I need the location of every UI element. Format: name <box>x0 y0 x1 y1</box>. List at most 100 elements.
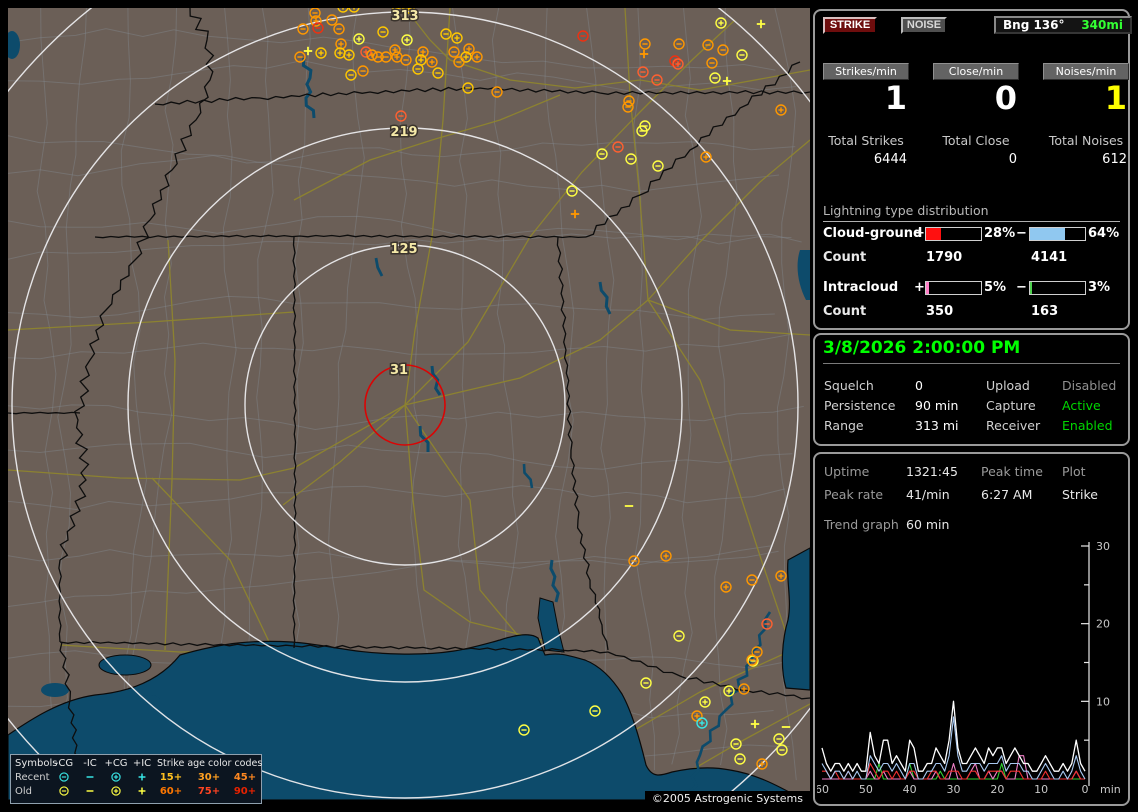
ic-negative-count: 163 <box>1031 304 1059 319</box>
ic-negative-bar <box>1029 281 1086 295</box>
strikes-per-min-value: 1 <box>884 79 907 117</box>
trend-graph: 10 20 30 60 50 40 30 20 10 0 min <box>817 540 1121 796</box>
peak-time-value: 6:27 AM <box>981 487 1033 502</box>
svg-text:40: 40 <box>903 783 917 796</box>
noises-per-min-value: 1 <box>1104 79 1127 117</box>
receiver-label: Receiver <box>986 418 1041 433</box>
squelch-value: 0 <box>915 378 923 393</box>
distribution-title: Lightning type distribution <box>823 203 1120 222</box>
capture-status: Active <box>1062 398 1101 413</box>
total-close-label: Total Close <box>942 133 1010 148</box>
strikes-per-min-label: Strikes/min <box>823 63 909 80</box>
status-row-persistence: Persistence 90 min Capture Active <box>815 398 1128 414</box>
plus-sign: + <box>914 226 925 241</box>
plot-value: Strike <box>1062 487 1098 502</box>
svg-text:60: 60 <box>817 783 829 796</box>
age-code-30: 30+ <box>197 772 221 783</box>
age-code-15: 15+ <box>159 772 183 783</box>
uptime-value: 1321:45 <box>906 464 958 479</box>
age-code-90: 90+ <box>233 786 257 797</box>
upload-label: Upload <box>986 378 1030 393</box>
session-row-1: Uptime 1321:45 Peak time Plot <box>815 464 1128 480</box>
svg-text:10: 10 <box>1034 783 1048 796</box>
squelch-label: Squelch <box>824 378 874 393</box>
status-panel: 3/8/2026 2:00:00 PM Squelch 0 Upload Dis… <box>813 333 1130 446</box>
bearing-readout: Bng 136° 340mi <box>994 16 1132 34</box>
svg-text:219: 219 <box>390 125 417 140</box>
ic-positive-bar <box>925 281 982 295</box>
peak-rate-label: Peak rate <box>824 487 884 502</box>
current-datetime: 3/8/2026 2:00:00 PM <box>823 338 1120 364</box>
noises-per-min-counter: Noises/min 1 Total Noises 612 <box>1043 63 1129 175</box>
counters-panel: STRIKE NOISE Bng 136° 340mi Strikes/min … <box>813 9 1132 330</box>
persistence-label: Persistence <box>824 398 896 413</box>
cloud-ground-label: Cloud-ground <box>823 226 923 241</box>
receiver-status: Enabled <box>1062 418 1113 433</box>
app-window: 313 219 125 31 Symbols -CG -IC +CG +IC Stri… <box>0 0 1138 812</box>
cg-positive-count: 1790 <box>926 250 963 265</box>
close-per-min-counter: Close/min 0 Total Close 0 <box>933 63 1019 175</box>
symbols-legend: Symbols -CG -IC +CG +IC Strike age color… <box>10 754 262 804</box>
status-row-squelch: Squelch 0 Upload Disabled <box>815 378 1128 394</box>
svg-text:min: min <box>1100 783 1121 796</box>
total-strikes-value: 6444 <box>873 152 907 167</box>
ic-positive-pct: 5% <box>984 280 1007 295</box>
cg-positive-bar <box>925 227 982 241</box>
session-panel: Uptime 1321:45 Peak time Plot Peak rate … <box>813 452 1130 806</box>
count-label: Count <box>823 250 867 265</box>
plot-label: Plot <box>1062 464 1086 479</box>
session-row-2: Peak rate 41/min 6:27 AM Strike <box>815 487 1128 503</box>
intracloud-count-row: Count 350 163 <box>815 304 1128 319</box>
range-label: Range <box>824 418 864 433</box>
count-label: Count <box>823 304 867 319</box>
intracloud-row: Intracloud + 5% − 3% <box>815 280 1128 295</box>
status-row-range: Range 313 mi Receiver Enabled <box>815 418 1128 434</box>
minus-sign: − <box>1016 226 1027 241</box>
age-code-60: 60+ <box>159 786 183 797</box>
upload-status: Disabled <box>1062 378 1117 393</box>
peak-rate-value: 41/min <box>906 487 950 502</box>
plus-sign: + <box>914 280 925 295</box>
cloud-ground-row: Cloud-ground + 28% − 64% <box>815 226 1128 241</box>
svg-text:10: 10 <box>1096 695 1110 708</box>
lake-pontchartrain <box>98 654 152 676</box>
radar-map[interactable]: 313 219 125 31 Symbols -CG -IC +CG +IC Stri… <box>8 8 810 808</box>
svg-text:313: 313 <box>391 9 418 24</box>
trend-graph-value: 60 min <box>906 517 950 532</box>
total-noises-label: Total Noises <box>1048 133 1124 148</box>
svg-text:20: 20 <box>990 783 1004 796</box>
total-close-value: 0 <box>1008 152 1017 167</box>
trend-graph-label: Trend graph <box>824 517 899 532</box>
range-value: 313 mi <box>915 418 959 433</box>
close-per-min-value: 0 <box>994 79 1017 117</box>
cg-positive-pct: 28% <box>984 226 1016 241</box>
svg-text:0: 0 <box>1081 783 1088 796</box>
cloud-ground-count-row: Count 1790 4141 <box>815 250 1128 265</box>
capture-label: Capture <box>986 398 1036 413</box>
bearing-value: Bng 136° <box>1003 18 1065 32</box>
intracloud-label: Intracloud <box>823 280 899 295</box>
total-strikes-label: Total Strikes <box>828 133 904 148</box>
map-canvas: 313 219 125 31 <box>8 8 810 800</box>
persistence-value: 90 min <box>915 398 959 413</box>
strike-mode-button[interactable]: STRIKE <box>823 17 877 34</box>
peak-time-label: Peak time <box>981 464 1043 479</box>
age-code-75: 75+ <box>197 786 221 797</box>
cg-negative-bar <box>1029 227 1086 241</box>
session-row-3: Trend graph 60 min <box>815 517 1128 533</box>
svg-text:20: 20 <box>1096 618 1110 631</box>
cg-negative-pct: 64% <box>1088 226 1120 241</box>
age-code-45: 45+ <box>233 772 257 783</box>
cg-negative-count: 4141 <box>1031 250 1068 265</box>
svg-text:125: 125 <box>390 242 417 257</box>
svg-text:30: 30 <box>1096 540 1110 553</box>
ic-positive-count: 350 <box>926 304 954 319</box>
strikes-per-min-counter: Strikes/min 1 Total Strikes 6444 <box>823 63 909 175</box>
total-noises-value: 612 <box>1102 152 1127 167</box>
close-per-min-label: Close/min <box>933 63 1019 80</box>
svg-text:50: 50 <box>859 783 873 796</box>
minus-sign: − <box>1016 280 1027 295</box>
ic-negative-pct: 3% <box>1088 280 1111 295</box>
noise-mode-button[interactable]: NOISE <box>901 17 947 34</box>
svg-text:30: 30 <box>946 783 960 796</box>
